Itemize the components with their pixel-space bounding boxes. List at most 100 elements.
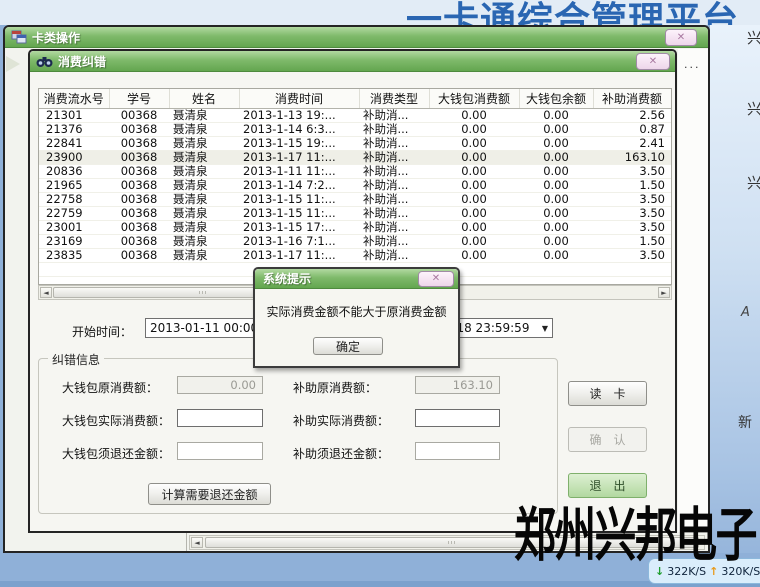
background-list-strip [678,49,708,532]
window-icon [11,30,27,44]
subsidy-original-field: 163.10 [415,376,500,394]
table-cell [109,276,169,285]
table-cell: 2013-1-14 7:2... [239,178,359,192]
table-row[interactable]: 2300100368聂清泉2013-1-15 17:...补助消...0.000… [39,220,671,234]
dialog-title: 系统提示 [263,270,311,287]
wallet-refund-label: 大钱包须退还金额： [62,445,170,462]
table-cell: 0.00 [519,164,593,178]
correction-group-label: 纠错信息 [48,351,104,368]
table-cell: 聂清泉 [169,248,239,262]
table-header: 消费流水号学号姓名消费时间消费类型大钱包消费额大钱包余额补助消费额 [39,89,671,108]
table-row[interactable]: 2383500368聂清泉2013-1-17 11:...补助消...0.000… [39,248,671,262]
table-row[interactable]: 2284100368聂清泉2013-1-15 19:...补助消...0.000… [39,136,671,150]
table-cell: 23900 [39,150,109,164]
table-cell: 00368 [109,150,169,164]
table-cell: 22758 [39,192,109,206]
table-cell: 3.50 [593,206,671,220]
table-cell: 聂清泉 [169,234,239,248]
table-cell: 聂清泉 [169,150,239,164]
dialog-message: 实际消费金额不能大于原消费金额 [255,303,458,320]
scroll-left-icon[interactable]: ◄ [40,287,52,298]
table-cell: 23169 [39,234,109,248]
table-row[interactable]: 2275800368聂清泉2013-1-15 11:...补助消...0.000… [39,192,671,206]
table-cell: 补助消... [359,248,429,262]
table-cell: 0.00 [519,178,593,192]
table-row[interactable]: 2316900368聂清泉2013-1-16 7:1...补助消...0.000… [39,234,671,248]
column-header[interactable]: 大钱包消费额 [429,89,519,108]
table-cell: 补助消... [359,178,429,192]
ok-button[interactable]: 确定 [313,337,383,355]
consumption-correction-titlebar[interactable]: 消费纠错 [30,51,675,72]
table-cell: 补助消... [359,220,429,234]
table-cell: 聂清泉 [169,136,239,150]
table-cell: 补助消... [359,122,429,136]
column-header[interactable]: 大钱包余额 [519,89,593,108]
table-row[interactable]: 2083600368聂清泉2013-1-11 11:...补助消...0.000… [39,164,671,178]
divider [186,533,187,551]
scroll-right-icon[interactable]: ► [658,287,670,298]
column-header[interactable]: 补助消费额 [593,89,671,108]
table-cell: 2.41 [593,136,671,150]
table-cell: 0.00 [519,220,593,234]
wallet-actual-label: 大钱包实际消费额： [62,412,170,429]
column-header[interactable]: 消费时间 [239,89,359,108]
table-cell: 20836 [39,164,109,178]
table-row[interactable]: 2196500368聂清泉2013-1-14 7:2...补助消...0.000… [39,178,671,192]
calculate-refund-button[interactable]: 计算需要退还金额 [148,483,271,505]
column-header[interactable]: 消费流水号 [39,89,109,108]
table-cell: 聂清泉 [169,220,239,234]
read-card-button[interactable]: 读 卡 [568,381,647,406]
table-cell: 23001 [39,220,109,234]
table-cell: 00368 [109,164,169,178]
table-row[interactable]: 2137600368聂清泉2013-1-14 6:3...补助消...0.000… [39,122,671,136]
close-icon[interactable]: ✕ [418,271,454,287]
subsidy-refund-label: 补助须退还金额： [293,445,389,462]
table-cell: 0.00 [519,108,593,122]
table-cell: 21301 [39,108,109,122]
chevron-down-icon[interactable]: ▼ [542,324,548,333]
table-cell [39,262,109,276]
table-cell: 补助消... [359,136,429,150]
taskbar-edge [0,581,760,587]
column-header[interactable]: 姓名 [169,89,239,108]
table-cell: 00368 [109,192,169,206]
table-cell: 2013-1-15 19:... [239,136,359,150]
table-cell [593,276,671,285]
table-cell: 0.00 [429,122,519,136]
table-cell [39,276,109,285]
table-cell: 补助消... [359,192,429,206]
wallet-actual-input[interactable] [177,409,263,427]
table-cell: 1.50 [593,234,671,248]
table-cell: 3.50 [593,248,671,262]
column-header[interactable]: 消费类型 [359,89,429,108]
table-cell: 0.00 [429,192,519,206]
table-cell [169,276,239,285]
table-cell: 163.10 [593,150,671,164]
close-icon[interactable]: ✕ [636,53,670,70]
table-cell: 0.87 [593,122,671,136]
table-cell: 3.50 [593,164,671,178]
wallet-refund-field [177,442,263,460]
table-cell: 0.00 [429,178,519,192]
table-row[interactable]: 2275900368聂清泉2013-1-15 11:...补助消...0.000… [39,206,671,220]
table-cell: 补助消... [359,164,429,178]
table-cell: 聂清泉 [169,178,239,192]
close-icon[interactable]: ✕ [665,29,697,46]
table-cell: 2013-1-15 17:... [239,220,359,234]
subsidy-actual-input[interactable] [415,409,500,427]
consumption-table[interactable]: 消费流水号学号姓名消费时间消费类型大钱包消费额大钱包余额补助消费额 213010… [39,89,672,285]
vendor-watermark: 郑州兴邦电子 [514,488,756,572]
table-row[interactable]: 2390000368聂清泉2013-1-17 11:...补助消...0.000… [39,150,671,164]
subsidy-original-value: 163.10 [453,378,493,392]
table-cell: 聂清泉 [169,192,239,206]
scroll-left-icon[interactable]: ◄ [191,537,203,548]
table-row[interactable]: 2130100368聂清泉2013-1-13 19:...补助消...0.000… [39,108,671,122]
sidebar-fragment: A [741,305,750,320]
table-cell: 1.50 [593,178,671,192]
table-cell: 0.00 [429,234,519,248]
subsidy-original-label: 补助原消费额： [293,379,377,396]
card-operations-titlebar[interactable]: 卡类操作 [5,27,708,48]
table-cell: 21965 [39,178,109,192]
column-header[interactable]: 学号 [109,89,169,108]
table-cell: 21376 [39,122,109,136]
